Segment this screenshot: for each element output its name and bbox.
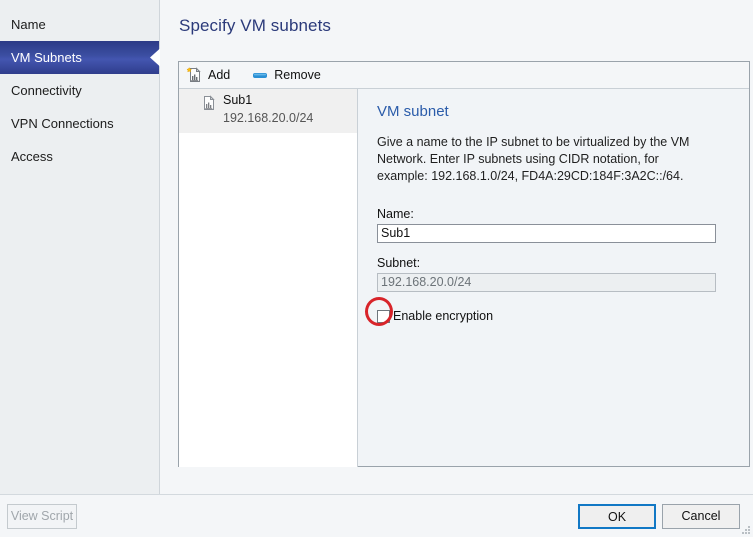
detail-title: VM subnet xyxy=(377,103,449,120)
sidebar-item-label: VM Subnets xyxy=(11,50,82,65)
subnets-panel-body: Sub1 192.168.20.0/24 VM subnet Give a na… xyxy=(179,89,749,467)
remove-icon xyxy=(252,67,268,83)
sidebar-item-label: VPN Connections xyxy=(11,116,114,131)
list-item-title: Sub1 xyxy=(223,93,253,107)
subnets-toolbar: Add Remove xyxy=(179,62,749,89)
wizard-sidebar: Name VM Subnets Connectivity VPN Connect… xyxy=(0,0,160,495)
ok-button[interactable]: OK xyxy=(578,504,656,529)
sidebar-item-label: Access xyxy=(11,149,53,164)
enable-encryption-row[interactable]: Enable encryption xyxy=(365,297,731,327)
sidebar-item-vm-subnets[interactable]: VM Subnets xyxy=(0,41,160,74)
subnet-input xyxy=(377,273,716,292)
subnet-field-label: Subnet: xyxy=(377,256,421,270)
sidebar-item-label: Connectivity xyxy=(11,83,82,98)
remove-button[interactable]: Remove xyxy=(250,64,327,86)
subnets-list: Sub1 192.168.20.0/24 xyxy=(179,89,358,467)
add-button-label: Add xyxy=(208,68,231,82)
resize-grip-icon[interactable] xyxy=(740,524,751,535)
sidebar-item-access[interactable]: Access xyxy=(0,140,159,173)
dialog-footer: View Script OK Cancel xyxy=(0,494,753,537)
selected-chevron-icon xyxy=(150,48,160,67)
page-title: Specify VM subnets xyxy=(179,16,332,35)
subnet-icon xyxy=(201,95,217,111)
view-script-button[interactable]: View Script xyxy=(7,504,77,529)
subnet-detail-pane: VM subnet Give a name to the IP subnet t… xyxy=(359,89,749,467)
subnets-panel: Add Remove Sub1 192.168.20.0/24 VM subne… xyxy=(178,61,750,467)
sidebar-item-label: Name xyxy=(11,17,46,32)
detail-description: Give a name to the IP subnet to be virtu… xyxy=(377,135,690,183)
list-item-subtitle: 192.168.20.0/24 xyxy=(223,111,314,125)
add-button[interactable]: Add xyxy=(184,64,236,86)
sidebar-item-name[interactable]: Name xyxy=(0,8,159,41)
name-input[interactable] xyxy=(377,224,716,243)
enable-encryption-checkbox[interactable] xyxy=(377,309,390,323)
name-field-label: Name: xyxy=(377,207,414,221)
add-subnet-icon xyxy=(186,67,202,83)
sidebar-item-connectivity[interactable]: Connectivity xyxy=(0,74,159,107)
sidebar-item-vpn-connections[interactable]: VPN Connections xyxy=(0,107,159,140)
remove-button-label: Remove xyxy=(274,68,321,82)
list-item[interactable]: Sub1 192.168.20.0/24 xyxy=(179,89,357,133)
cancel-button[interactable]: Cancel xyxy=(662,504,740,529)
vm-network-wizard-dialog: Name VM Subnets Connectivity VPN Connect… xyxy=(0,0,753,537)
enable-encryption-label: Enable encryption xyxy=(393,309,494,323)
wizard-content: Specify VM subnets Add Remove Sub1 192.1… xyxy=(161,0,753,495)
